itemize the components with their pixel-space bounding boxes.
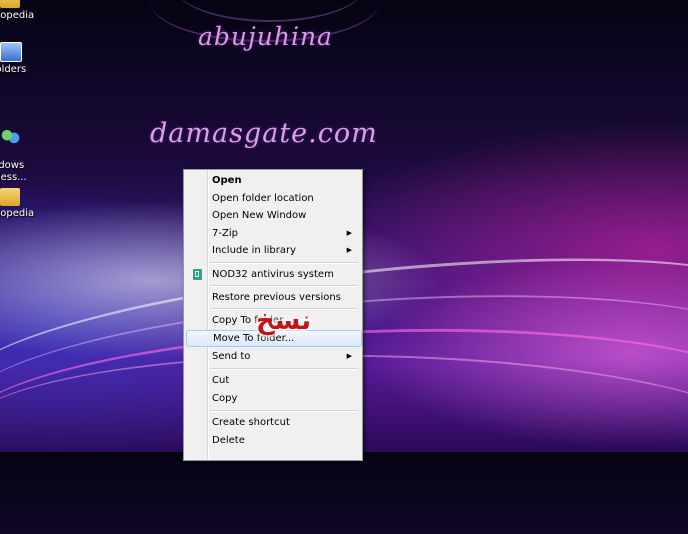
menu-item-label: Send to <box>212 351 251 362</box>
menu-item-include-in-library[interactable]: Include in library ▶ <box>186 242 360 259</box>
menu-item-label: Cut <box>212 375 230 386</box>
messenger-icon <box>0 128 20 146</box>
menu-separator <box>210 368 358 370</box>
menu-item-7zip[interactable]: 7-Zip ▶ <box>186 225 360 242</box>
menu-item-label: 7-Zip <box>212 228 238 239</box>
menu-item-label: Open folder location <box>212 193 314 204</box>
menu-separator <box>210 262 358 264</box>
menu-item-copy[interactable]: Copy <box>186 390 360 407</box>
menu-item-label: Copy <box>212 393 238 404</box>
menu-item-label: Open New Window <box>212 210 307 221</box>
menu-item-nod32[interactable]: NOD32 antivirus system <box>186 266 360 283</box>
menu-separator <box>210 285 358 287</box>
desktop-icon-messenger[interactable]: ndows Mess... <box>0 116 48 184</box>
menu-item-label: Create shortcut <box>212 417 290 428</box>
menu-item-open-folder-location[interactable]: Open folder location <box>186 190 360 207</box>
chevron-right-icon: ▶ <box>346 246 352 254</box>
menu-item-create-shortcut[interactable]: Create shortcut <box>186 414 360 431</box>
menu-item-label: Restore previous versions <box>212 292 341 303</box>
desktop-icon-label: ndows Mess... <box>0 160 27 183</box>
desktop-icon-folders[interactable]: folders <box>0 42 48 76</box>
network-folder-icon <box>0 42 22 62</box>
menu-item-delete[interactable]: Delete <box>186 432 360 449</box>
menu-item-open[interactable]: Open <box>186 172 360 189</box>
desktop-icon-label: folders <box>0 64 27 75</box>
menu-item-label: Include in library <box>212 245 297 256</box>
watermark-url: damasgate.com <box>150 118 378 149</box>
chevron-right-icon: ▶ <box>346 352 352 360</box>
watermark-text: abujuhina <box>198 22 333 51</box>
menu-item-label: Open <box>212 175 242 186</box>
menu-item-open-new-window[interactable]: Open New Window <box>186 207 360 224</box>
desktop-icon-label: clopedia <box>0 10 35 21</box>
desktop-icon-encyclopedia[interactable]: clopedia <box>0 0 48 22</box>
menu-separator <box>210 410 358 412</box>
chevron-right-icon: ▶ <box>346 229 352 237</box>
menu-item-label: NOD32 antivirus system <box>212 269 334 280</box>
menu-item-restore-previous-versions[interactable]: Restore previous versions <box>186 289 360 306</box>
menu-item-label: Delete <box>212 435 245 446</box>
desktop-icon-label: clopedia <box>0 208 35 219</box>
menu-item-cut[interactable]: Cut <box>186 372 360 389</box>
nod32-icon <box>193 269 202 280</box>
arabic-annotation: نسخ <box>256 306 311 336</box>
folder-icon <box>0 0 20 8</box>
desktop-icon-encyclopedia-2[interactable]: clopedia <box>0 188 48 220</box>
folder-icon <box>0 188 20 206</box>
menu-item-send-to[interactable]: Send to ▶ <box>186 348 360 365</box>
